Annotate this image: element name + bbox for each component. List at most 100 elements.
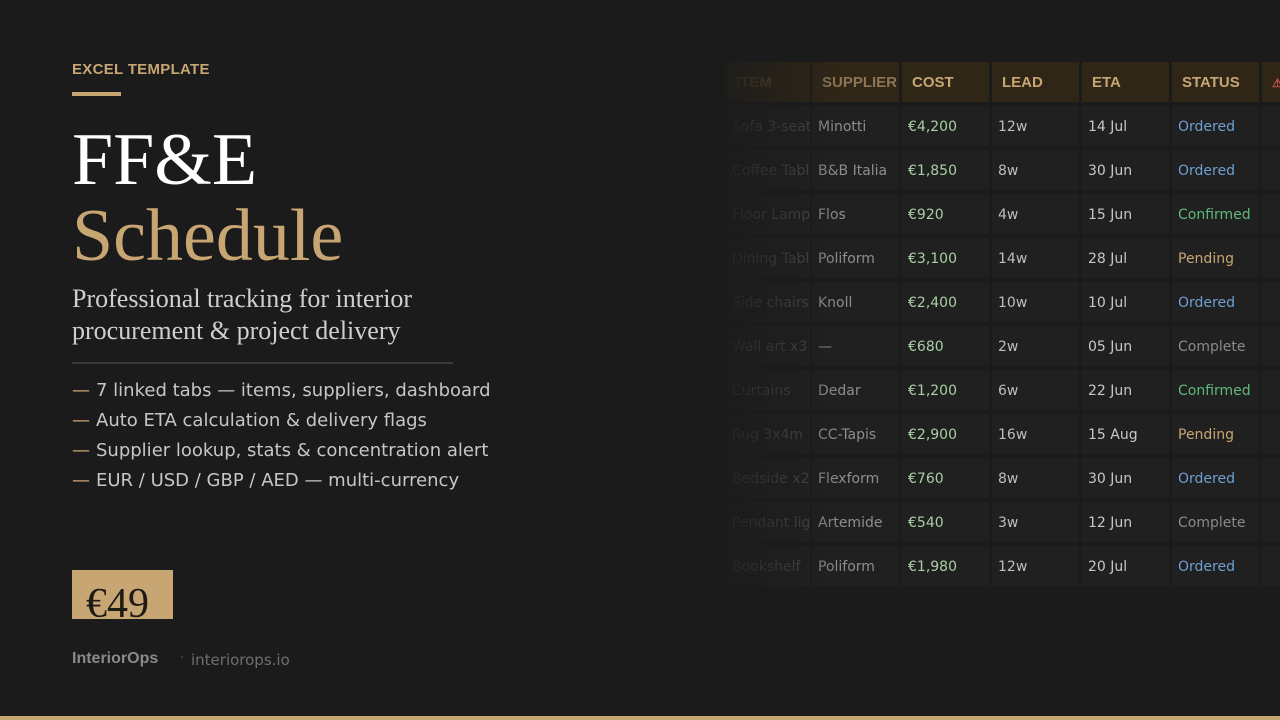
subtitle: Professional tracking for interior procu… <box>72 284 413 345</box>
cell-lead: 4w <box>992 194 1079 234</box>
cell-eta: 28 Jul <box>1082 238 1169 278</box>
cell-supplier: Flexform <box>812 458 899 498</box>
cell-lead: 6w <box>992 370 1079 410</box>
column-header-status[interactable]: STATUS <box>1172 62 1259 102</box>
cell-supplier: CC-Tapis <box>812 414 899 454</box>
cell-cost: €760 <box>902 458 989 498</box>
cell-flag <box>1262 106 1280 146</box>
cell-item: Dining Table <box>726 238 810 278</box>
table-row[interactable]: Bookshelf Poliform €1,980 12w 20 Jul Ordered <box>722 546 1280 586</box>
cell-supplier: Artemide <box>812 502 899 542</box>
table-row[interactable]: Dining Table Poliform €3,100 14w 28 Jul Pendi… <box>722 238 1280 278</box>
feature-text: 7 linked tabs — items, suppliers, dashbo… <box>96 380 491 401</box>
column-header-lead[interactable]: LEAD <box>992 62 1079 102</box>
table-row[interactable]: Rug 3x4m CC-Tapis €2,900 16w 15 Aug Pending <box>722 414 1280 454</box>
table-row[interactable]: Curtains Dedar €1,200 6w 22 Jun Confirmed <box>722 370 1280 410</box>
cell-flag <box>1262 326 1280 366</box>
column-header-cost[interactable]: COST <box>902 62 989 102</box>
cell-item: Bookshelf <box>726 546 810 586</box>
schedule-table: ITEM SUPPLIER COST LEAD ETA STATUS ⚠ Sofa 3-sea… <box>722 62 1280 592</box>
feature-item: — 7 linked tabs — items, suppliers, dashb… <box>72 377 491 407</box>
cell-item: Sofa 3-seater <box>726 106 810 146</box>
cell-eta: 30 Jun <box>1082 150 1169 190</box>
cell-eta: 12 Jun <box>1082 502 1169 542</box>
title-line-2: Schedule <box>72 195 344 277</box>
cell-supplier: — <box>812 326 899 366</box>
cell-lead: 16w <box>992 414 1079 454</box>
cell-supplier: Dedar <box>812 370 899 410</box>
table-row[interactable]: Coffee Table B&B Italia €1,850 8w 30 Jun Orde… <box>722 150 1280 190</box>
price-badge: €49 <box>72 570 173 619</box>
cell-lead: 14w <box>992 238 1079 278</box>
cell-item: Wall art x3 <box>726 326 810 366</box>
column-header-flag[interactable]: ⚠ <box>1262 62 1280 102</box>
cell-cost: €1,850 <box>902 150 989 190</box>
cell-status: Pending <box>1172 238 1259 278</box>
cell-eta: 10 Jul <box>1082 282 1169 322</box>
bottom-accent-bar <box>0 716 1280 720</box>
cell-flag <box>1262 370 1280 410</box>
cell-flag <box>1262 414 1280 454</box>
feature-item: — Auto ETA calculation & delivery flags <box>72 407 491 437</box>
cell-status: Complete <box>1172 326 1259 366</box>
cell-status: Ordered <box>1172 106 1259 146</box>
column-header-eta[interactable]: ETA <box>1082 62 1169 102</box>
dash-icon: — <box>72 380 90 401</box>
feature-text: EUR / USD / GBP / AED — multi-currency <box>96 470 460 491</box>
cell-flag <box>1262 282 1280 322</box>
table-row[interactable]: Wall art x3— €680 2w 05 Jun Complete <box>722 326 1280 366</box>
cell-status: Ordered <box>1172 282 1259 322</box>
table-row[interactable]: Floor Lamp x2Flos€9204w15 JunConfirmed <box>722 194 1280 234</box>
brand-separator: · <box>180 650 185 666</box>
cell-lead: 12w <box>992 546 1079 586</box>
cell-cost: €680 <box>902 326 989 366</box>
cell-eta: 22 Jun <box>1082 370 1169 410</box>
feature-text: Auto ETA calculation & delivery flags <box>96 410 427 431</box>
cell-item: Side chairs x4 <box>726 282 810 322</box>
cell-eta: 05 Jun <box>1082 326 1169 366</box>
cell-eta: 20 Jul <box>1082 546 1169 586</box>
cell-item: Curtains <box>726 370 810 410</box>
cell-cost: €2,900 <box>902 414 989 454</box>
cell-cost: €3,100 <box>902 238 989 278</box>
brand-url: interiorops.io <box>191 651 290 669</box>
cell-item: Bedside x2 <box>726 458 810 498</box>
cell-cost: €540 <box>902 502 989 542</box>
cell-flag <box>1262 458 1280 498</box>
table-row[interactable]: Pendant lightArtemide€5403w12 JunComplet… <box>722 502 1280 542</box>
cell-flag <box>1262 194 1280 234</box>
price-value: €49 <box>86 581 149 619</box>
cell-flag <box>1262 502 1280 542</box>
eyebrow-underline <box>72 92 121 96</box>
cell-flag <box>1262 238 1280 278</box>
cell-flag <box>1262 150 1280 190</box>
cell-status: Ordered <box>1172 546 1259 586</box>
table-row[interactable]: Bedside x2 Flexform €760 8w 30 Jun Ordered <box>722 458 1280 498</box>
title-line-1: FF&E <box>72 119 258 201</box>
column-header-item[interactable]: ITEM <box>726 62 810 102</box>
cell-status: Complete <box>1172 502 1259 542</box>
cell-cost: €2,400 <box>902 282 989 322</box>
cell-supplier: Knoll <box>812 282 899 322</box>
cell-cost: €920 <box>902 194 989 234</box>
cell-supplier: B&B Italia <box>812 150 899 190</box>
cell-cost: €1,980 <box>902 546 989 586</box>
column-header-supplier[interactable]: SUPPLIER <box>812 62 899 102</box>
cell-supplier: Flos <box>812 194 899 234</box>
eyebrow-label: EXCEL TEMPLATE <box>72 61 210 78</box>
cell-status: Ordered <box>1172 150 1259 190</box>
cell-status: Pending <box>1172 414 1259 454</box>
feature-text: Supplier lookup, stats & concentration a… <box>96 440 489 461</box>
feature-item: — EUR / USD / GBP / AED — multi-currency <box>72 467 491 497</box>
cell-lead: 2w <box>992 326 1079 366</box>
cell-eta: 15 Aug <box>1082 414 1169 454</box>
cell-supplier: Poliform <box>812 238 899 278</box>
cell-eta: 15 Jun <box>1082 194 1169 234</box>
cell-item: Floor Lamp x2 <box>726 194 810 234</box>
cell-lead: 10w <box>992 282 1079 322</box>
table-row[interactable]: Sofa 3-seaterMinotti€4,20012w14 JulOrder… <box>722 106 1280 146</box>
table-row[interactable]: Side chairs x4Knoll€2,40010w10 JulOrdere… <box>722 282 1280 322</box>
feature-item: — Supplier lookup, stats & concentration … <box>72 437 491 467</box>
cell-supplier: Minotti <box>812 106 899 146</box>
cell-eta: 14 Jul <box>1082 106 1169 146</box>
